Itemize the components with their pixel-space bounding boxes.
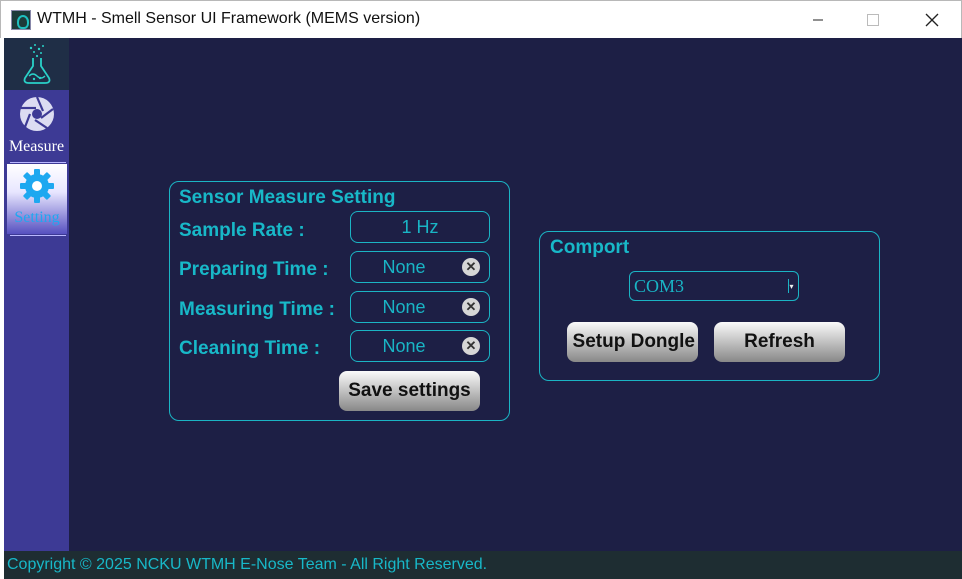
chevron-down-icon: ▾ <box>788 279 794 293</box>
sensor-settings-title: Sensor Measure Setting <box>179 187 396 208</box>
comport-select[interactable]: COM3 ▾ <box>629 271 799 301</box>
sidebar-divider <box>10 235 66 236</box>
window-title: WTMH - Smell Sensor UI Framework (MEMS v… <box>37 10 421 27</box>
refresh-button[interactable]: Refresh <box>714 322 845 362</box>
copyright-text: Copyright © 2025 NCKU WTMH E-Nose Team -… <box>7 556 488 573</box>
minimize-icon <box>813 19 823 21</box>
flask-logo-icon <box>23 44 50 84</box>
close-button[interactable] <box>903 1 961 39</box>
sample-rate-value: 1 Hz <box>401 216 439 237</box>
setup-dongle-button[interactable]: Setup Dongle <box>567 322 698 362</box>
aperture-icon <box>19 96 54 131</box>
sidebar-item-measure[interactable]: Measure <box>4 92 69 162</box>
clear-icon[interactable]: ✕ <box>462 258 480 276</box>
sidebar-logo <box>4 38 69 90</box>
save-settings-button[interactable]: Save settings <box>339 371 480 411</box>
sidebar: Measure Setting <box>4 38 69 551</box>
measuring-time-value: None <box>382 296 426 317</box>
sidebar-divider <box>10 162 66 163</box>
comport-selected-value: COM3 <box>634 275 685 296</box>
footer: Copyright © 2025 NCKU WTMH E-Nose Team -… <box>4 551 962 579</box>
app-logo-icon <box>11 10 31 30</box>
sidebar-item-setting[interactable]: Setting <box>7 164 67 234</box>
preparing-time-field[interactable]: None ✕ <box>350 251 490 283</box>
preparing-time-label: Preparing Time : <box>179 259 329 280</box>
title-bar: WTMH - Smell Sensor UI Framework (MEMS v… <box>0 0 962 38</box>
cleaning-time-field[interactable]: None ✕ <box>350 330 490 362</box>
maximize-icon <box>867 14 879 26</box>
cleaning-time-value: None <box>382 335 426 356</box>
cleaning-time-label: Cleaning Time : <box>179 338 321 359</box>
sample-rate-field[interactable]: 1 Hz <box>350 211 490 243</box>
comport-title: Comport <box>550 237 630 258</box>
preparing-time-value: None <box>382 256 426 277</box>
close-icon <box>925 13 939 27</box>
main-panel: Sensor Measure Setting Sample Rate : 1 H… <box>69 38 962 551</box>
sensor-settings-group: Sensor Measure Setting Sample Rate : 1 H… <box>169 181 510 421</box>
clear-icon[interactable]: ✕ <box>462 298 480 316</box>
minimize-button[interactable] <box>789 1 847 39</box>
clear-icon[interactable]: ✕ <box>462 337 480 355</box>
measuring-time-label: Measuring Time : <box>179 299 335 320</box>
gear-icon <box>20 169 54 203</box>
sidebar-item-label: Setting <box>14 209 60 226</box>
sidebar-item-label: Measure <box>8 138 65 155</box>
measuring-time-field[interactable]: None ✕ <box>350 291 490 323</box>
sample-rate-label: Sample Rate : <box>179 220 305 241</box>
maximize-button[interactable] <box>844 1 902 39</box>
